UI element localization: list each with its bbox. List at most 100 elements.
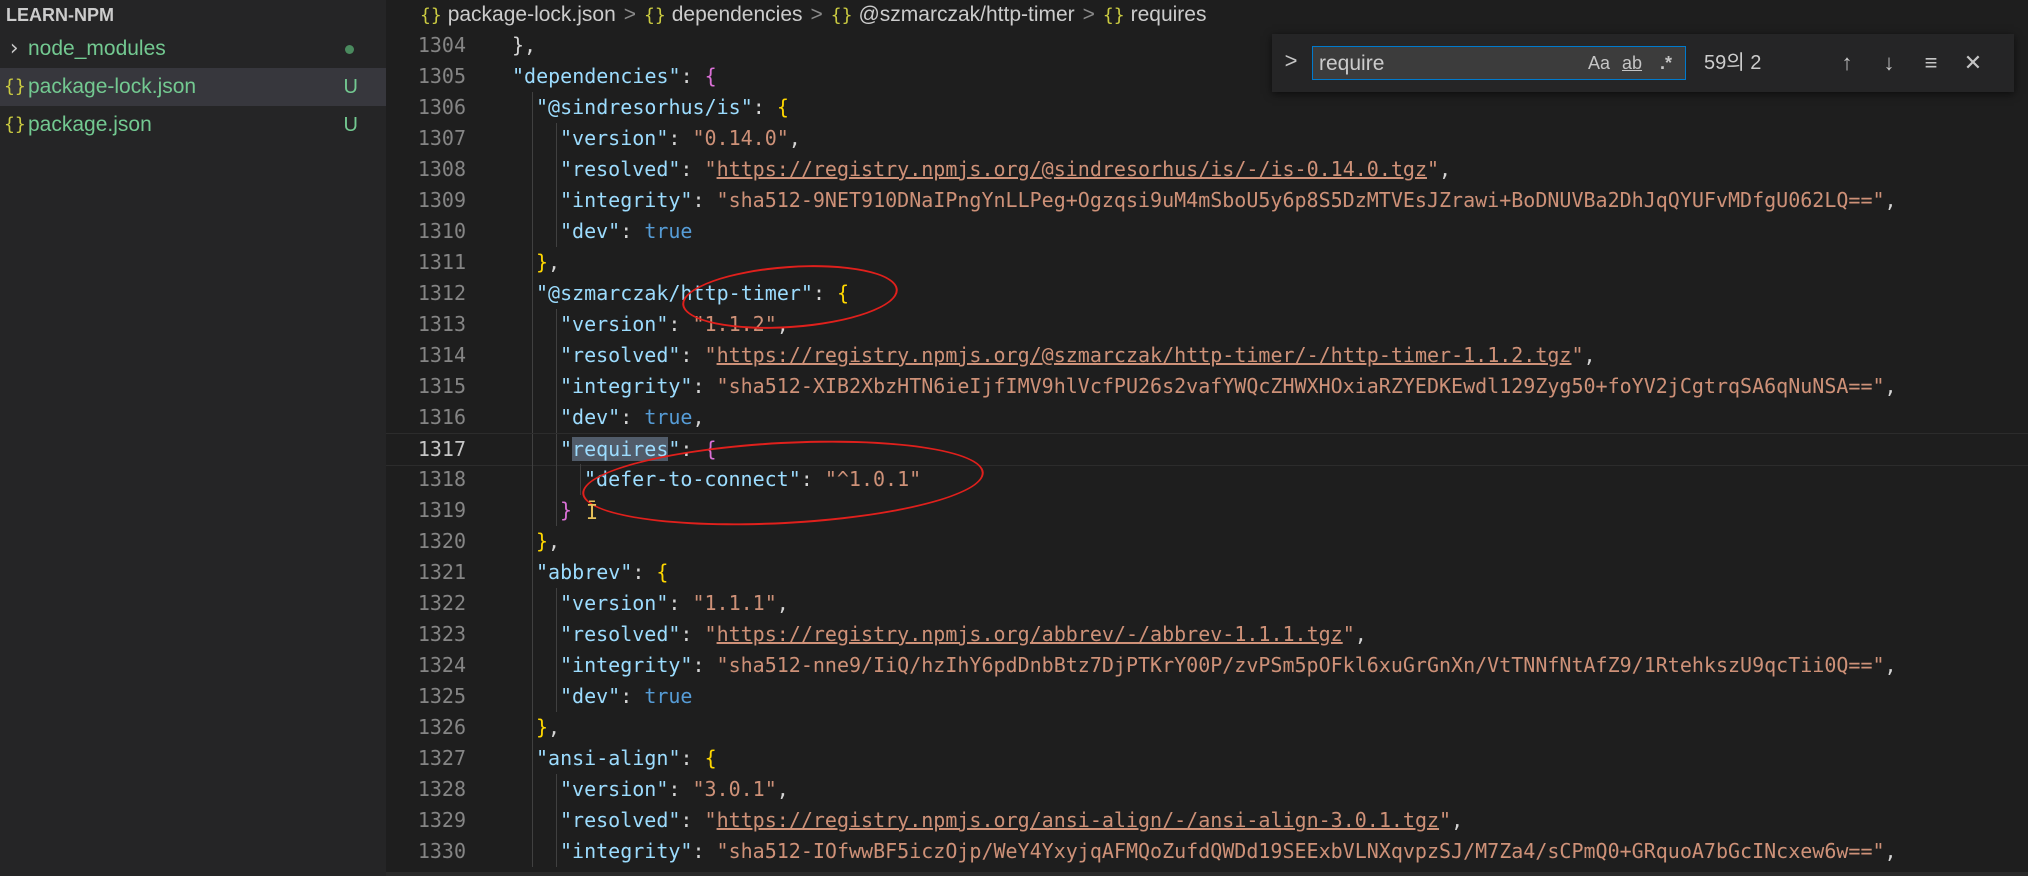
tree-item-node-modules[interactable]: › node_modules	[0, 30, 386, 68]
line-number: 1318	[417, 467, 466, 491]
indent-guide	[532, 619, 533, 650]
breadcrumb-item[interactable]: @szmarczak/http-timer	[858, 3, 1074, 26]
code-line[interactable]: 1315 "integrity": "sha512-XIB2XbzHTN6ieIj…	[386, 371, 2028, 402]
code-token: "version"	[560, 777, 669, 801]
code-token: "integrity"	[560, 188, 693, 212]
line-number: 1319	[417, 498, 466, 522]
code-text: "ansi-align": {	[536, 743, 717, 774]
code-token: :	[680, 157, 705, 181]
code-token: "	[704, 343, 717, 367]
code-text: "version": "0.14.0",	[560, 123, 801, 154]
code-line[interactable]: 1321 "abbrev": {	[386, 557, 2028, 588]
code-line[interactable]: 1328 "version": "3.0.1",	[386, 774, 2028, 805]
code-text: "dev": true	[560, 216, 692, 247]
code-text: "@sindresorhus/is": {	[536, 92, 789, 123]
code-token: true	[644, 219, 693, 243]
code-token: "	[704, 157, 717, 181]
whole-word-icon[interactable]: ab	[1622, 48, 1642, 78]
code-token: :	[800, 467, 825, 491]
code-token: ,	[548, 529, 561, 553]
tree-item-package-lock[interactable]: {} package-lock.json U	[0, 68, 386, 106]
code-line[interactable]: 1325 "dev": true	[386, 681, 2028, 712]
code-token: "	[704, 622, 717, 646]
indent-guide	[556, 619, 557, 650]
code-line[interactable]: 1308 "resolved": "https://registry.npmjs.…	[386, 154, 2028, 185]
chevron-right-icon: >	[623, 3, 637, 26]
line-number: 1329	[417, 808, 466, 832]
indent-guide	[556, 340, 557, 371]
code-token: :	[692, 839, 717, 863]
code-token: "version"	[560, 591, 669, 615]
next-match-icon[interactable]: ↓	[1874, 48, 1904, 78]
code-token[interactable]: https://registry.npmjs.org/abbrev/-/abbr…	[717, 622, 1343, 646]
code-line[interactable]: 1322 "version": "1.1.1",	[386, 588, 2028, 619]
code-token: "version"	[560, 312, 669, 336]
code-token: "1.1.2"	[692, 312, 777, 336]
line-number: 1326	[417, 715, 466, 739]
code-token: ,	[1884, 188, 1897, 212]
indent-guide	[532, 340, 533, 371]
breadcrumb-item[interactable]: dependencies	[672, 3, 803, 26]
tree-item-package-json[interactable]: {} package.json U	[0, 106, 386, 144]
code-text: "@szmarczak/http-timer": {	[536, 278, 849, 309]
indent-guide	[556, 185, 557, 216]
close-icon[interactable]: ✕	[1958, 48, 1988, 78]
indent-guide	[532, 123, 533, 154]
code-line[interactable]: 1312 "@szmarczak/http-timer": {	[386, 278, 2028, 309]
code-line[interactable]: 1314 "resolved": "https://registry.npmjs.…	[386, 340, 2028, 371]
code-line[interactable]: 1316 "dev": true,	[386, 402, 2028, 433]
find-in-selection-icon[interactable]: ≡	[1916, 48, 1946, 78]
line-number: 1305	[417, 64, 466, 88]
code-token: :	[680, 437, 705, 461]
code-line[interactable]: 1330 "integrity": "sha512-IOfwwBF5iczOjp/…	[386, 836, 2028, 867]
indent-guide	[556, 464, 557, 495]
code-line[interactable]: 1324 "integrity": "sha512-nne9/IiQ/hzIhY6…	[386, 650, 2028, 681]
code-line[interactable]: 1306 "@sindresorhus/is": {	[386, 92, 2028, 123]
code-token: ,	[776, 777, 789, 801]
code-line[interactable]: 1317 "requires": {	[386, 433, 2028, 466]
code-editor[interactable]: 1304}, 1305 "dependencies": {1306 "@sindres…	[386, 30, 2028, 876]
json-icon: {}	[4, 76, 26, 97]
code-token: "^1.0.1"	[824, 467, 922, 491]
code-token: "3.0.1"	[692, 777, 777, 801]
code-token[interactable]: https://registry.npmjs.org/@szmarczak/ht…	[717, 343, 1572, 367]
horizontal-scrollbar[interactable]	[386, 872, 2028, 876]
code-line[interactable]: 1310 "dev": true	[386, 216, 2028, 247]
code-line[interactable]: 1313 "version": "1.1.2",	[386, 309, 2028, 340]
code-text: "dev": true,	[560, 402, 705, 433]
code-line[interactable]: 1326},	[386, 712, 2028, 743]
code-token: ,	[776, 312, 789, 336]
code-line[interactable]: 1307 "version": "0.14.0",	[386, 123, 2028, 154]
breadcrumb-item[interactable]: requires	[1131, 3, 1207, 26]
code-line[interactable]: 1311},	[386, 247, 2028, 278]
code-token: "	[704, 808, 717, 832]
code-token: ,	[776, 591, 789, 615]
regex-icon[interactable]: .*	[1660, 48, 1672, 78]
code-token: ,	[1439, 157, 1452, 181]
match-case-icon[interactable]: Aa	[1588, 48, 1610, 78]
code-line[interactable]: 1323 "resolved": "https://registry.npmjs.…	[386, 619, 2028, 650]
code-token: true	[644, 405, 693, 429]
toggle-replace-icon[interactable]: >	[1280, 48, 1302, 74]
breadcrumb-item[interactable]: package-lock.json	[448, 3, 616, 26]
code-token: ,	[548, 250, 561, 274]
chevron-right-icon: >	[810, 3, 823, 26]
line-number: 1309	[417, 188, 466, 212]
indent-guide	[556, 495, 557, 526]
indent-guide	[532, 712, 533, 743]
indent-guide	[556, 681, 557, 712]
line-number: 1317	[417, 437, 466, 461]
code-line[interactable]: 1309 "integrity": "sha512-9NET910DNaIPngY…	[386, 185, 2028, 216]
code-line[interactable]: 1318 "defer-to-connect": "^1.0.1"	[386, 464, 2028, 495]
untracked-badge: U	[343, 76, 358, 98]
code-line[interactable]: 1327 "ansi-align": {	[386, 743, 2028, 774]
modified-dot-icon	[345, 45, 354, 54]
previous-match-icon[interactable]: ↑	[1832, 48, 1862, 78]
code-text: "resolved": "https://registry.npmjs.org/…	[560, 805, 1463, 836]
code-line[interactable]: 1320},	[386, 526, 2028, 557]
code-token[interactable]: https://registry.npmjs.org/@sindresorhus…	[717, 157, 1427, 181]
code-line[interactable]: 1329 "resolved": "https://registry.npmjs.…	[386, 805, 2028, 836]
object-icon: {}	[830, 5, 853, 26]
code-line[interactable]: 1319}	[386, 495, 2028, 526]
code-token[interactable]: https://registry.npmjs.org/ansi-align/-/…	[717, 808, 1439, 832]
